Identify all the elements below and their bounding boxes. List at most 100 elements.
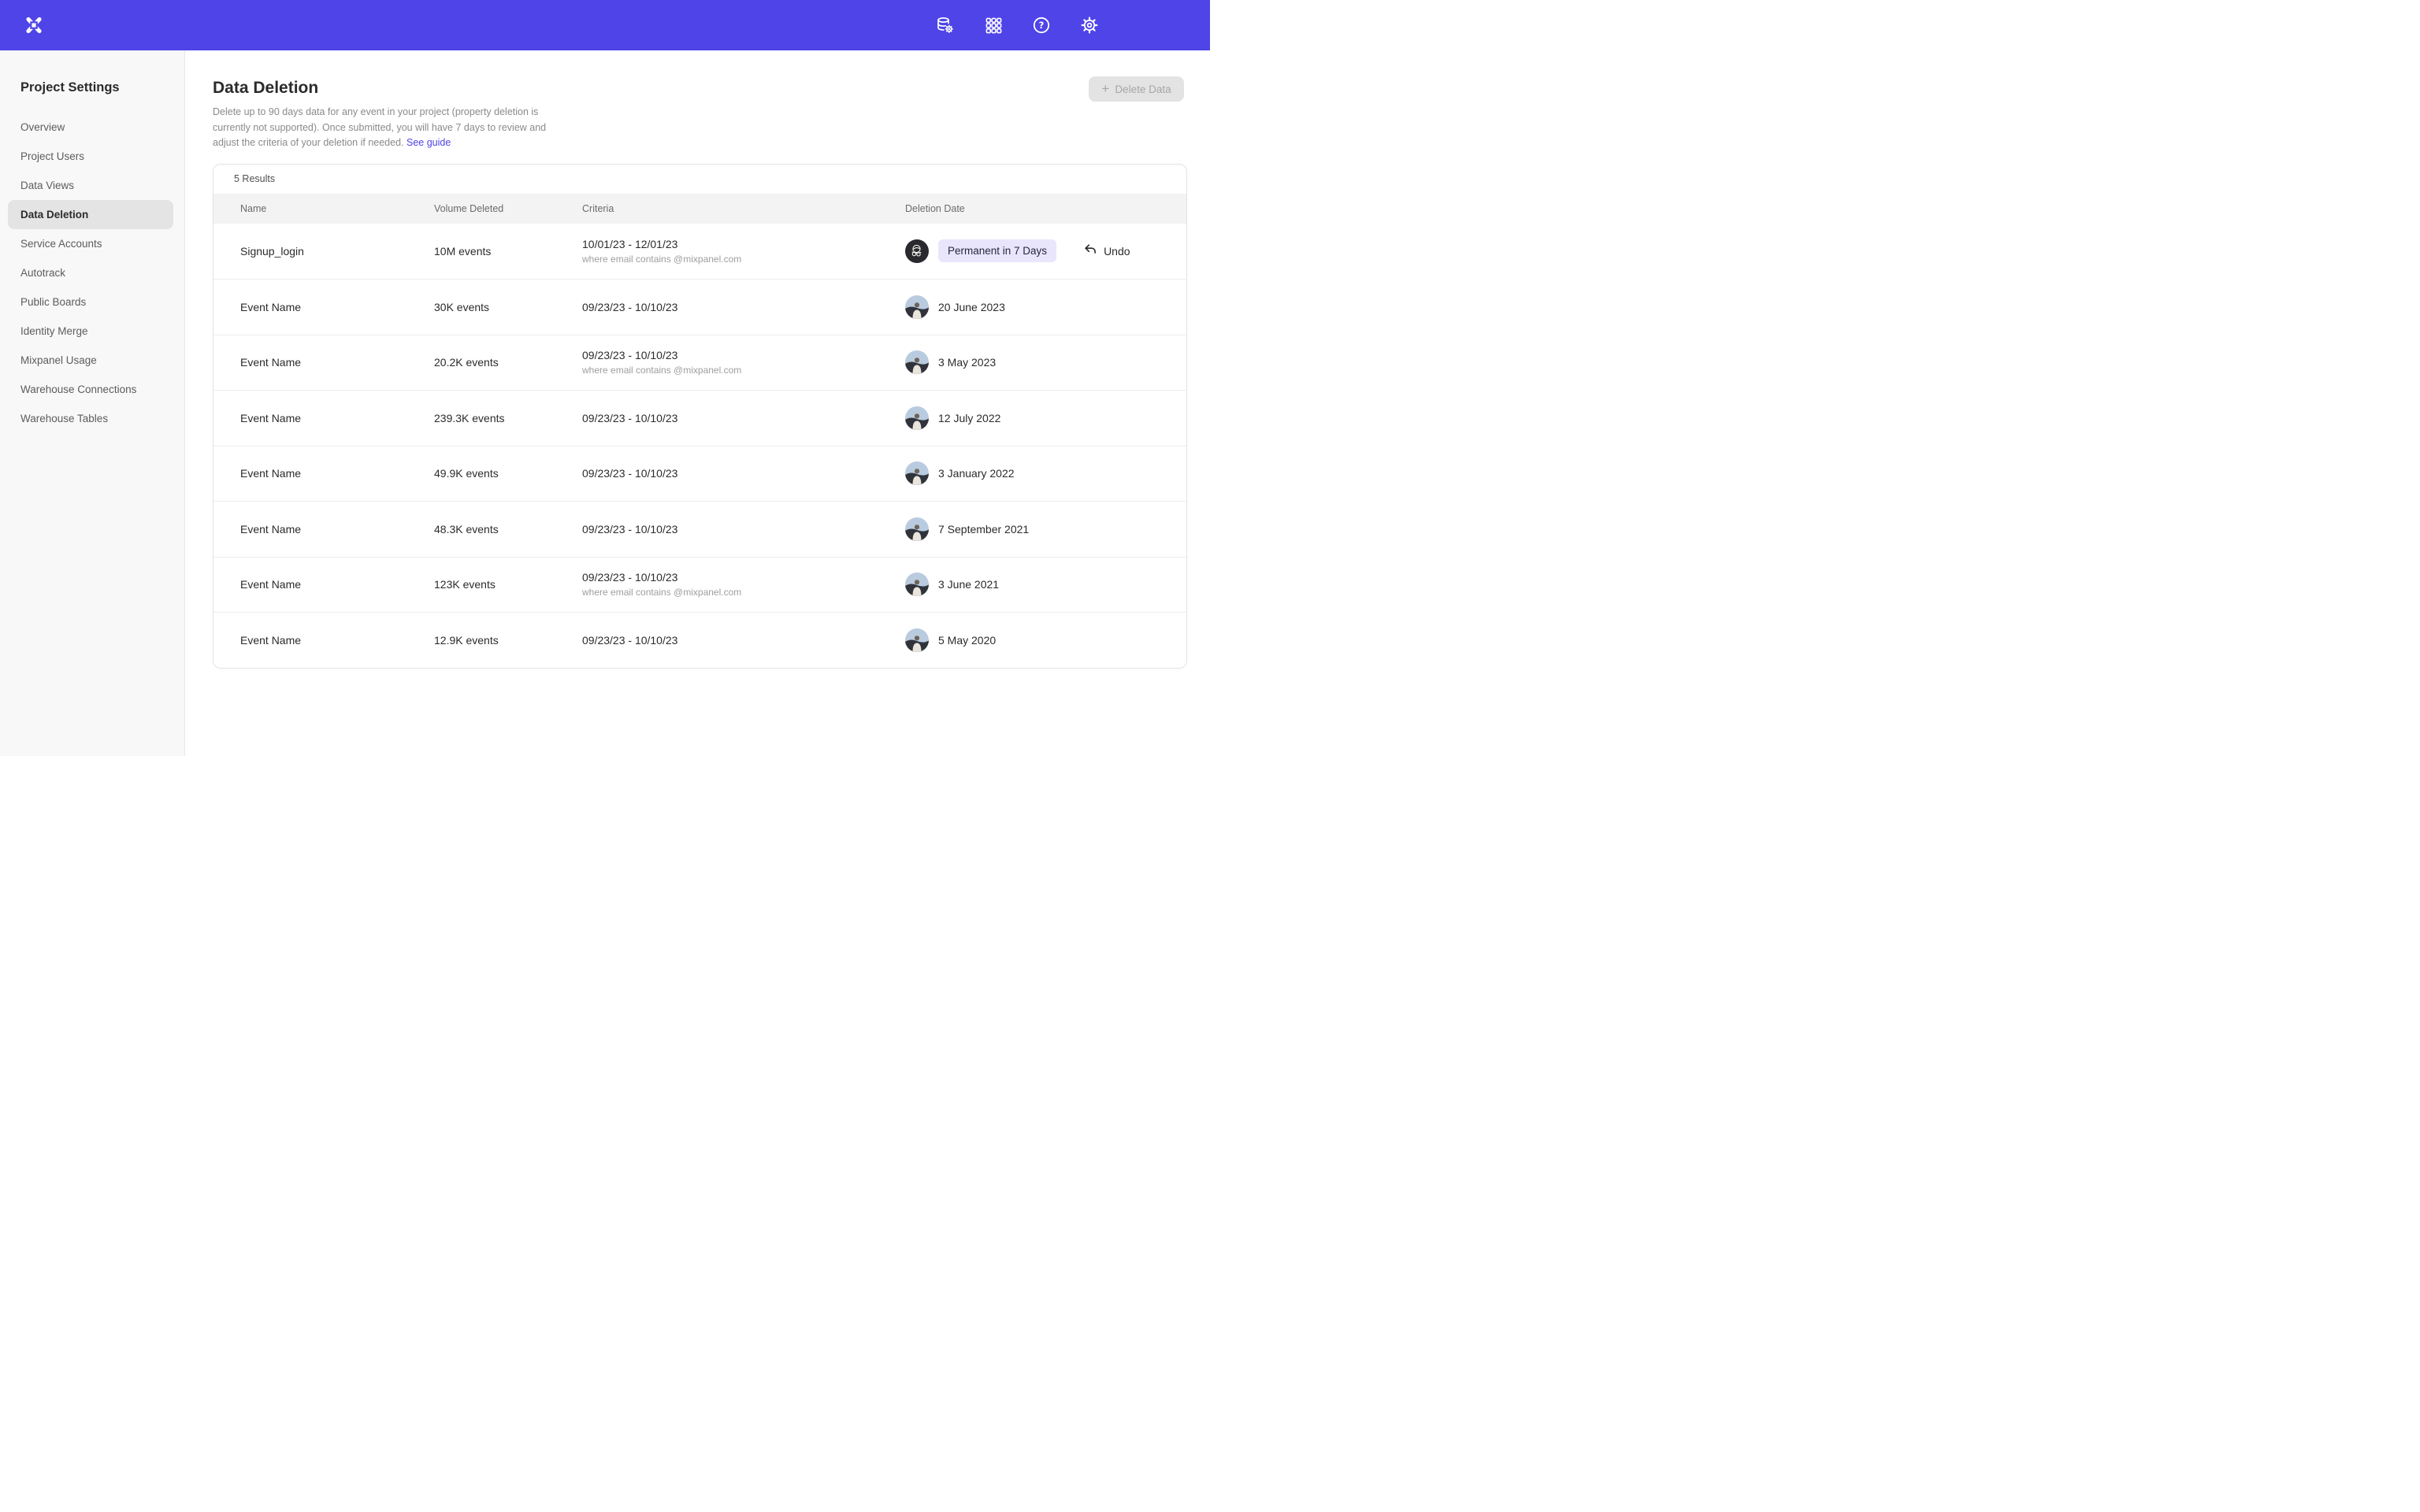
row-event-name: Event Name xyxy=(240,634,301,647)
undo-button-label: Undo xyxy=(1104,245,1130,258)
sidebar-item-label: Warehouse Tables xyxy=(20,413,108,424)
deletion-requests-card: 5 Results Name Volume Deleted Criteria D… xyxy=(213,164,1187,669)
sidebar-item[interactable]: Warehouse Connections xyxy=(8,375,173,404)
row-event-name: Event Name xyxy=(240,467,301,480)
user-avatar xyxy=(905,628,929,652)
row-criteria-filter: where email contains @mixpanel.com xyxy=(582,365,741,376)
deletion-date-text: 20 June 2023 xyxy=(938,301,1005,313)
user-avatar xyxy=(905,517,929,541)
topbar-icon-group: ? xyxy=(936,16,1099,35)
row-volume-deleted: 123K events xyxy=(434,578,496,591)
row-deletion-date: 3 June 2021 xyxy=(905,573,999,596)
sidebar-item-label: Overview xyxy=(20,121,65,133)
row-event-name: Event Name xyxy=(240,412,301,424)
see-guide-link[interactable]: See guide xyxy=(406,137,451,148)
row-event-name: Event Name xyxy=(240,301,301,313)
sidebar-title: Project Settings xyxy=(0,80,184,95)
row-deletion-date: 12 July 2022 xyxy=(905,406,1000,430)
table-row: Event Name 123K events 09/23/23 - 10/10/… xyxy=(213,557,1186,613)
row-volume-deleted: 10M events xyxy=(434,245,491,258)
sidebar-item[interactable]: Overview xyxy=(8,113,173,142)
row-volume-deleted: 12.9K events xyxy=(434,634,499,647)
user-avatar xyxy=(905,573,929,596)
page-title: Data Deletion xyxy=(213,79,1210,98)
sidebar-item-label: Data Deletion xyxy=(20,209,88,220)
row-event-name: Event Name xyxy=(240,578,301,591)
row-criteria-range: 09/23/23 - 10/10/23 xyxy=(582,467,677,480)
sidebar-item-label: Warehouse Connections xyxy=(20,384,136,395)
column-header-volume-deleted: Volume Deleted xyxy=(434,203,503,214)
sidebar-item[interactable]: Service Accounts xyxy=(8,229,173,258)
permanent-deletion-badge: Permanent in 7 Days xyxy=(938,239,1056,262)
sidebar-item-label: Autotrack xyxy=(20,267,65,279)
sidebar-item-label: Project Users xyxy=(20,150,84,162)
page-description-text: Delete up to 90 days data for any event … xyxy=(213,106,546,148)
page-description: Delete up to 90 days data for any event … xyxy=(213,105,557,151)
user-avatar xyxy=(905,461,929,485)
sidebar-item[interactable]: Identity Merge xyxy=(8,317,173,346)
row-criteria-range: 09/23/23 - 10/10/23 xyxy=(582,412,677,424)
row-deletion-date: 3 May 2023 xyxy=(905,350,996,374)
sidebar-item-label: Identity Merge xyxy=(20,325,88,337)
row-criteria-filter: where email contains @mixpanel.com xyxy=(582,254,741,265)
sidebar-item[interactable]: Data Deletion xyxy=(8,200,173,229)
row-criteria: 09/23/23 - 10/10/23 xyxy=(582,301,677,313)
undo-button[interactable]: Undo xyxy=(1083,243,1130,259)
mixpanel-logo-icon[interactable] xyxy=(23,14,45,36)
sidebar-item[interactable]: Data Views xyxy=(8,171,173,200)
undo-icon xyxy=(1083,243,1097,259)
delete-data-button-label: Delete Data xyxy=(1115,83,1171,95)
project-settings-sidebar: Project Settings Overview Project Users … xyxy=(0,50,185,756)
sidebar-item[interactable]: Autotrack xyxy=(8,258,173,287)
row-event-name: Signup_login xyxy=(240,245,304,258)
row-deletion-date: 3 January 2022 xyxy=(905,461,1015,485)
deletion-date-text: 5 May 2020 xyxy=(938,634,996,647)
row-deletion-date: 20 June 2023 xyxy=(905,295,1005,319)
row-criteria: 09/23/23 - 10/10/23 xyxy=(582,523,677,536)
table-row: Signup_login 10M events 10/01/23 - 12/01… xyxy=(213,224,1186,280)
row-event-name: Event Name xyxy=(240,356,301,369)
table-row: Event Name 12.9K events 09/23/23 - 10/10… xyxy=(213,612,1186,668)
row-deletion-date: Permanent in 7 Days Undo xyxy=(905,239,1130,263)
sidebar-item-label: Public Boards xyxy=(20,296,86,308)
row-criteria: 09/23/23 - 10/10/23 xyxy=(582,467,677,480)
apps-grid-icon[interactable] xyxy=(984,16,1003,35)
user-avatar xyxy=(905,295,929,319)
row-volume-deleted: 48.3K events xyxy=(434,523,499,536)
results-count: 5 Results xyxy=(213,165,1186,194)
row-criteria-filter: where email contains @mixpanel.com xyxy=(582,587,741,598)
row-criteria: 09/23/23 - 10/10/23 where email contains… xyxy=(582,571,741,598)
row-volume-deleted: 30K events xyxy=(434,301,489,313)
delete-data-button[interactable]: + Delete Data xyxy=(1089,76,1184,102)
user-avatar xyxy=(905,350,929,374)
deletion-date-text: 7 September 2021 xyxy=(938,523,1029,536)
deletion-date-text: 12 July 2022 xyxy=(938,412,1000,424)
column-header-name: Name xyxy=(240,203,266,214)
sidebar-item-label: Service Accounts xyxy=(20,238,102,250)
sidebar-item-label: Data Views xyxy=(20,180,74,191)
row-criteria-range: 09/23/23 - 10/10/23 xyxy=(582,301,677,313)
main-content: Data Deletion Delete up to 90 days data … xyxy=(185,50,1210,756)
help-icon[interactable]: ? xyxy=(1032,16,1051,35)
row-criteria-range: 09/23/23 - 10/10/23 xyxy=(582,634,677,647)
settings-gear-icon[interactable] xyxy=(1080,16,1099,35)
sidebar-item[interactable]: Mixpanel Usage xyxy=(8,346,173,375)
table-header-row: Name Volume Deleted Criteria Deletion Da… xyxy=(213,194,1186,224)
sidebar-item[interactable]: Project Users xyxy=(8,142,173,171)
row-criteria-range: 09/23/23 - 10/10/23 xyxy=(582,523,677,536)
plus-icon: + xyxy=(1101,82,1109,95)
row-criteria: 09/23/23 - 10/10/23 xyxy=(582,634,677,647)
row-deletion-date: 5 May 2020 xyxy=(905,628,996,652)
row-volume-deleted: 239.3K events xyxy=(434,412,505,424)
sidebar-item[interactable]: Public Boards xyxy=(8,287,173,317)
table-row: Event Name 239.3K events 09/23/23 - 10/1… xyxy=(213,390,1186,446)
column-header-criteria: Criteria xyxy=(582,203,614,214)
sidebar-item-label: Mixpanel Usage xyxy=(20,354,97,366)
data-management-icon[interactable] xyxy=(936,16,955,35)
deletion-date-text: 3 June 2021 xyxy=(938,578,999,591)
row-deletion-date: 7 September 2021 xyxy=(905,517,1029,541)
user-avatar xyxy=(905,406,929,430)
row-criteria-range: 09/23/23 - 10/10/23 xyxy=(582,349,741,361)
top-bar: ? xyxy=(0,0,1210,50)
sidebar-item[interactable]: Warehouse Tables xyxy=(8,404,173,433)
